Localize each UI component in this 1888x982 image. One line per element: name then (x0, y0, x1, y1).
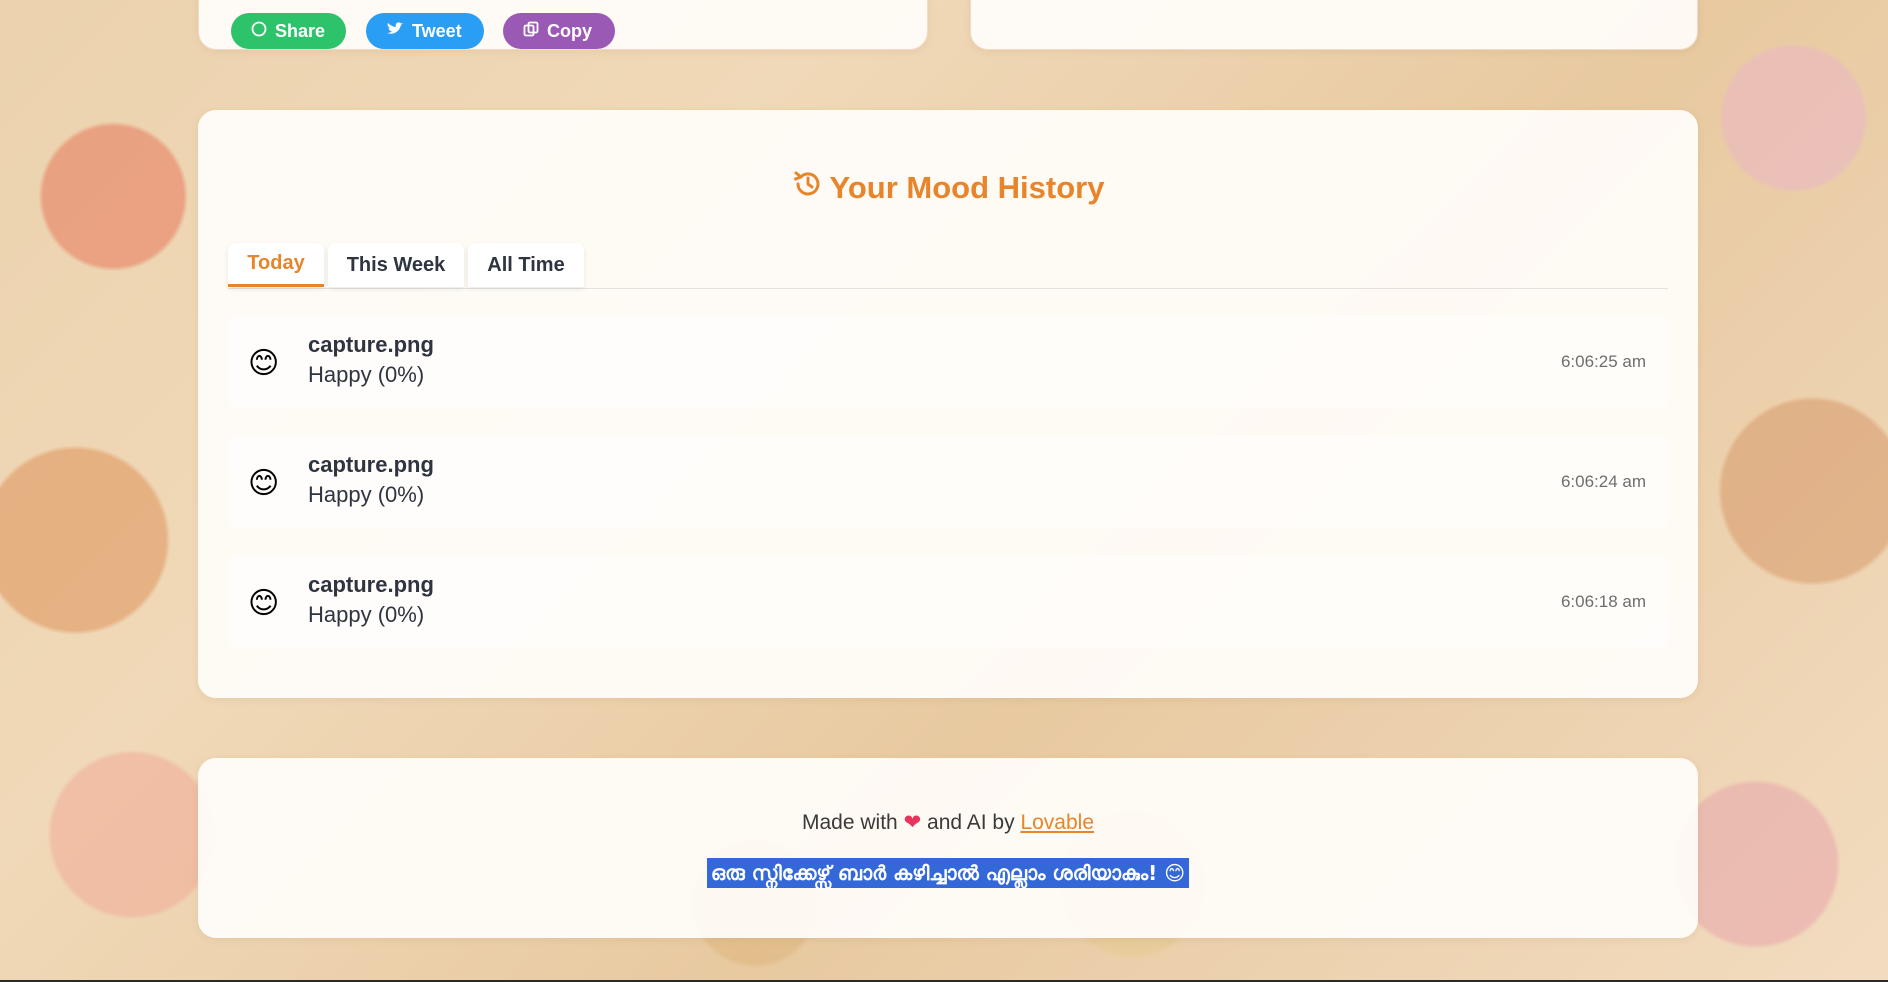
smile-icon: 😊 (248, 586, 280, 621)
smile-icon: 😊 (248, 466, 280, 501)
footer-card: Made with ❤ and AI by Lovable ഒരു സ്നിക്… (198, 758, 1698, 938)
smile-icon: 😊 (248, 346, 280, 381)
made-with-line: Made with ❤ and AI by Lovable (198, 810, 1698, 835)
entry-mood: Happy (0%) (308, 602, 425, 627)
mood-history-heading: Your Mood History (198, 168, 1698, 208)
entry-mood: Happy (0%) (308, 362, 425, 387)
mood-history-card: Your Mood History Today This Week All Ti… (198, 110, 1698, 698)
tab-all-time[interactable]: All Time (468, 243, 584, 287)
twitter-icon (386, 21, 404, 42)
entry-time: 6:06:18 am (1560, 592, 1646, 611)
history-entry: 😊 capture.png Happy (0%) 6:06:24 am (228, 436, 1668, 528)
entry-filename: capture.png (308, 572, 434, 597)
tweet-button[interactable]: Tweet (366, 13, 484, 49)
share-button-label: Share (275, 20, 326, 41)
entry-time: 6:06:25 am (1560, 352, 1646, 371)
tab-today[interactable]: Today (228, 243, 324, 287)
share-button[interactable]: Share (231, 13, 346, 49)
tweet-button-label: Tweet (412, 20, 462, 41)
history-icon (792, 168, 824, 208)
copy-button-label: Copy (547, 20, 592, 41)
tab-this-week[interactable]: This Week (328, 243, 464, 287)
tagline-text: ഒരു സ്നിക്കേഴ്സ് ബാർ കഴിച്ചാൽ എല്ലാം ശരി… (706, 858, 1190, 888)
whatsapp-icon (251, 21, 267, 42)
entry-filename: capture.png (308, 452, 434, 477)
history-tabs: Today This Week All Time (228, 243, 1668, 289)
heart-icon: ❤ (903, 811, 922, 834)
share-card: Share Tweet Copy (198, 0, 928, 50)
made-with-prefix: Made with (802, 811, 898, 834)
copy-icon (523, 21, 539, 42)
entry-time: 6:06:24 am (1560, 472, 1646, 491)
made-with-suffix: and AI by (927, 811, 1015, 834)
history-entry: 😊 capture.png Happy (0%) 6:06:18 am (228, 556, 1668, 648)
entry-filename: capture.png (308, 332, 434, 357)
page-title: Your Mood History (829, 170, 1105, 205)
history-entry: 😊 capture.png Happy (0%) 6:06:25 am (228, 316, 1668, 408)
side-card (970, 0, 1698, 50)
entry-mood: Happy (0%) (308, 482, 425, 507)
lovable-link[interactable]: Lovable (1020, 811, 1094, 834)
tagline-row: ഒരു സ്നിക്കേഴ്സ് ബാർ കഴിച്ചാൽ എല്ലാം ശരി… (198, 858, 1698, 888)
copy-button[interactable]: Copy (503, 13, 615, 49)
